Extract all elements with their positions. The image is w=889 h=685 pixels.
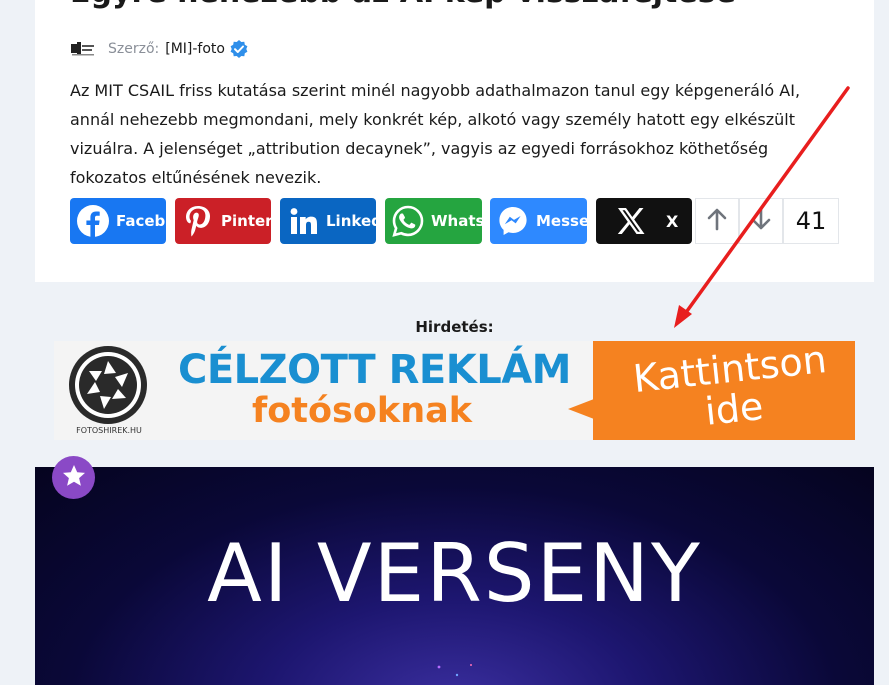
hero-image[interactable]: AI VERSENY — [35, 467, 874, 685]
author-label: Szerző: — [108, 41, 160, 57]
pinterest-icon — [175, 198, 221, 244]
share-whatsapp-button[interactable]: Whats — [385, 198, 482, 244]
ad-banner[interactable]: FOTOSHIREK.HU CÉLZOTT REKLÁM fotósoknak … — [54, 341, 855, 440]
share-whatsapp-label: Whats — [431, 212, 482, 230]
messenger-icon — [490, 198, 536, 244]
x-logo-icon — [596, 198, 666, 244]
vote-count: 41 — [783, 198, 839, 244]
author-name[interactable]: [MI]-foto — [165, 41, 225, 57]
author-logo-icon — [70, 39, 96, 59]
ad-cta-notch — [568, 399, 594, 419]
verified-check-icon — [229, 39, 249, 59]
facebook-icon — [70, 198, 116, 244]
ad-logo-text: FOTOSHIREK.HU — [76, 426, 142, 435]
article-excerpt: Az MIT CSAIL friss kutatása szerint miné… — [70, 81, 801, 187]
share-messenger-label: Messe — [536, 212, 587, 230]
ad-subline: fotósoknak — [252, 391, 473, 431]
hero-title: AI VERSENY — [207, 527, 702, 620]
upvote-button[interactable] — [695, 198, 739, 244]
whatsapp-icon — [385, 198, 431, 244]
share-pinterest-label: Pinter — [221, 212, 271, 230]
author-line: Szerző: [MI]-foto — [70, 38, 249, 60]
share-linkedin-label: Linked — [326, 212, 376, 230]
downvote-button[interactable] — [739, 198, 783, 244]
share-facebook-button[interactable]: Faceb — [70, 198, 166, 244]
ad-label: Hirdetés: — [415, 318, 494, 336]
share-facebook-label: Faceb — [116, 212, 166, 230]
linkedin-icon — [280, 198, 326, 244]
hero-sparkle — [437, 664, 472, 677]
article-title: Egyre nehezebb az AI kép visszafejtése — [70, 0, 736, 13]
arrow-up-icon — [706, 207, 728, 235]
star-icon — [61, 463, 87, 493]
arrow-down-icon — [750, 207, 772, 235]
ad-headline: CÉLZOTT REKLÁM — [178, 347, 571, 393]
share-x-label: X — [666, 211, 679, 231]
share-pinterest-button[interactable]: Pinter — [175, 198, 271, 244]
camera-aperture-icon: FOTOSHIREK.HU — [64, 344, 154, 437]
share-x-button[interactable]: X — [596, 198, 692, 244]
featured-badge — [52, 456, 95, 499]
share-linkedin-button[interactable]: Linked — [280, 198, 376, 244]
share-messenger-button[interactable]: Messe — [490, 198, 587, 244]
